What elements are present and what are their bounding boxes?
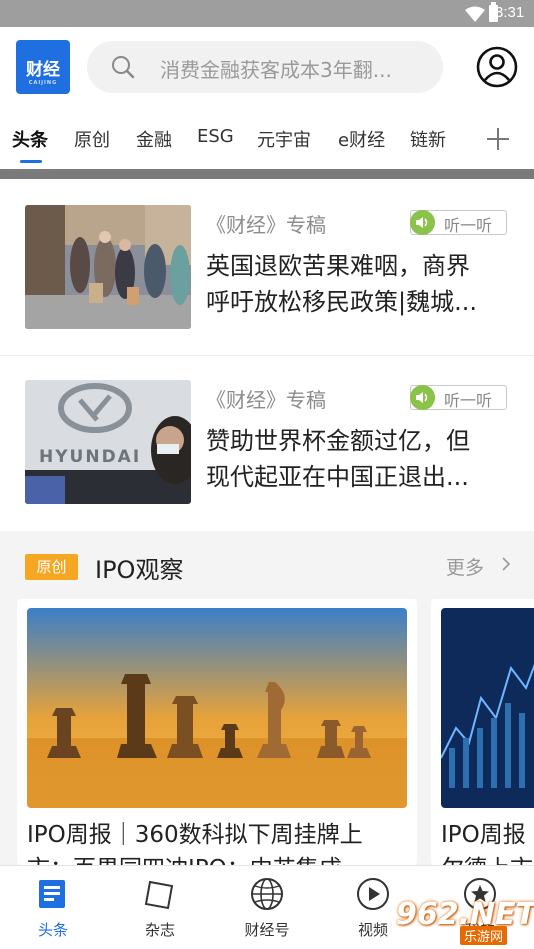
nav-label: 杂志	[144, 921, 175, 939]
card-title: 尔德上市	[441, 852, 533, 865]
image-sign-text: HYUNDAI	[39, 447, 141, 467]
card-title: 市：百果园四冲IPO：中芯集成	[27, 852, 342, 865]
tab-jinrong[interactable]: 金融	[136, 126, 172, 152]
chevron-right-icon[interactable]	[501, 556, 511, 572]
headline-line: 赞助世界杯金额过亿，但	[206, 427, 470, 455]
headline-line: 现代起亚在中国正退出...	[206, 463, 469, 491]
tab-lianxin[interactable]: 链新	[410, 126, 446, 152]
article-source: 《财经》专稿	[206, 388, 326, 412]
headline-line: 呼吁放松移民政策|魏城...	[206, 288, 477, 316]
divider	[0, 355, 534, 356]
headline-line: 英国退欧苦果难咽，商界	[206, 252, 470, 280]
nav-caijinghao[interactable]: 财经号	[217, 866, 317, 949]
listen-label: 听一听	[444, 391, 493, 410]
more-link[interactable]: 更多	[446, 553, 484, 580]
search-input[interactable]: 消费金融获客成本3年翻...	[160, 54, 432, 83]
globe-icon	[251, 878, 283, 910]
user-profile-icon[interactable]	[476, 46, 518, 88]
nav-magazine[interactable]: 杂志	[110, 866, 210, 949]
logo-text: 财经	[26, 59, 60, 80]
card-image	[27, 608, 407, 808]
article-thumbnail	[25, 205, 191, 329]
category-tabs: 头条 原创 金融 ESG 元宇宙 e财经 链新	[0, 116, 534, 166]
play-icon	[357, 878, 389, 910]
article-source: 《财经》专稿	[206, 213, 326, 237]
speaker-icon	[410, 385, 435, 410]
banner-edge	[0, 169, 534, 179]
tab-esg[interactable]: ESG	[197, 126, 234, 147]
listen-button[interactable]: 听一听	[410, 385, 507, 410]
listen-label: 听一听	[444, 216, 493, 235]
listen-button[interactable]: 听一听	[410, 210, 507, 235]
nav-toutiao[interactable]: 头条	[3, 866, 103, 949]
article-item[interactable]: HYUNDAI 《财经》专稿 听一听 赞助世界杯金额过亿，但 现代起亚在中国正退…	[0, 357, 534, 529]
logo-subtext: CAIJING	[28, 80, 58, 86]
status-time: 3:31	[495, 4, 525, 21]
status-bar: 3:31	[0, 0, 534, 27]
article-thumbnail: HYUNDAI	[25, 380, 191, 504]
speaker-icon	[410, 210, 435, 235]
article-item[interactable]: 《财经》专稿 听一听 英国退欧苦果难咽，商界 呼吁放松移民政策|魏城...	[0, 182, 534, 354]
tab-yuanchuang[interactable]: 原创	[74, 126, 110, 152]
search-bar[interactable]: 消费金融获客成本3年翻...	[87, 41, 443, 93]
active-tab-indicator	[20, 160, 42, 163]
card-image	[441, 608, 534, 808]
article-headline[interactable]: 赞助世界杯金额过亿，但 现代起亚在中国正退出...	[206, 423, 512, 495]
card-title: IPO周报	[441, 822, 526, 848]
tab-yuanyuzhou[interactable]: 元宇宙	[257, 126, 311, 152]
article-headline[interactable]: 英国退欧苦果难咽，商界 呼吁放松移民政策|魏城...	[206, 248, 512, 320]
news-icon	[39, 880, 65, 908]
card-title: IPO周报｜360数科拟下周挂牌上	[27, 822, 363, 848]
ipo-section: 原创 IPO观察 更多 IPO周报｜360数科拟下周挂牌上 IPO周报	[0, 531, 534, 865]
search-icon	[112, 56, 135, 79]
section-title: IPO观察	[95, 556, 184, 584]
nav-label: 头条	[37, 921, 68, 939]
add-channel-icon[interactable]	[485, 126, 511, 152]
watermark-subtext: 乐游网	[460, 926, 508, 945]
magazine-icon	[144, 880, 174, 910]
tab-toutiao[interactable]: 头条	[12, 126, 48, 152]
nav-label: 财经号	[244, 921, 290, 939]
ipo-card[interactable]: IPO周报｜360数科拟下周挂牌上 市：百果园四冲IPO：中芯集成	[17, 599, 417, 865]
tab-fade	[446, 116, 470, 162]
site-watermark: 962.NET 乐游网	[396, 897, 534, 945]
wifi-icon	[465, 6, 485, 22]
app-logo[interactable]: 财经 CAIJING	[16, 40, 70, 94]
original-badge: 原创	[25, 554, 78, 580]
ipo-card[interactable]: IPO周报 尔德上市	[431, 599, 534, 865]
tab-ecaijing[interactable]: e财经	[338, 126, 385, 152]
